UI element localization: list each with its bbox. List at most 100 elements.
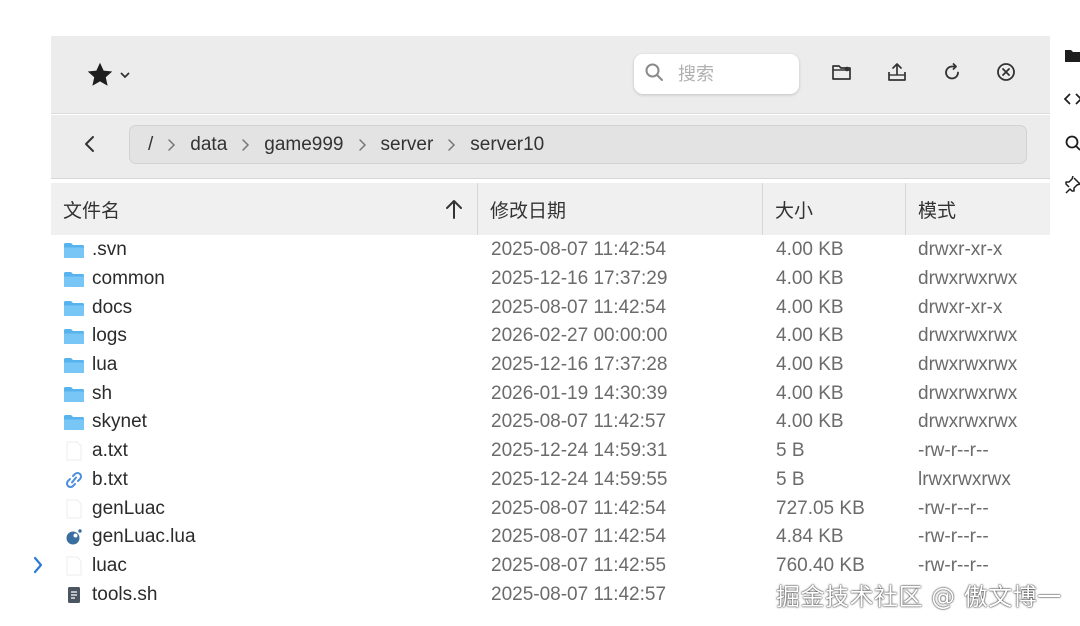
favorites-button[interactable] xyxy=(85,60,141,90)
cell-modified-date: 2025-08-07 11:42:55 xyxy=(491,554,667,576)
file-icon xyxy=(62,499,86,519)
file-list: .svn 2025-08-07 11:42:54 4.00 KB drwxr-xr-x… xyxy=(51,236,1050,609)
column-header-label: 大小 xyxy=(775,199,814,222)
table-row[interactable]: genLuac.lua 2025-08-07 11:42:54 4.84 KB -rw… xyxy=(51,523,1050,552)
cell-mode: drwxr-xr-x xyxy=(918,239,1003,261)
cell-size: 4.00 KB xyxy=(776,268,844,290)
breadcrumb-server10[interactable]: server10 xyxy=(470,134,544,156)
cell-size: 727.05 KB xyxy=(776,497,865,519)
refresh-button[interactable] xyxy=(940,62,964,86)
cell-modified-date: 2025-08-07 11:42:54 xyxy=(491,497,667,519)
cell-modified-date: 2025-12-24 14:59:55 xyxy=(491,468,668,490)
chevron-down-icon xyxy=(119,69,131,81)
star-icon xyxy=(85,60,115,90)
cell-size: 5 B xyxy=(776,440,805,462)
table-row[interactable]: b.txt 2025-12-24 14:59:55 5 B lrwxrwxrwx xyxy=(51,466,1050,495)
cell-name: common xyxy=(51,268,478,290)
cell-mode: drwxrwxrwx xyxy=(918,382,1018,404)
sidebar-pin-button[interactable] xyxy=(1064,175,1080,199)
column-header-label: 模式 xyxy=(918,199,957,222)
search-box[interactable] xyxy=(634,54,799,94)
chevron-left-icon xyxy=(83,135,97,158)
table-row[interactable]: lua 2025-12-16 17:37:28 4.00 KB drwxrwxrwx xyxy=(51,351,1050,380)
cell-size: 5 B xyxy=(776,468,805,490)
cell-name: docs xyxy=(51,297,478,319)
breadcrumb-root[interactable]: / xyxy=(148,134,153,156)
cell-mode: -rw-r--r-- xyxy=(918,440,989,462)
search-input[interactable] xyxy=(678,63,788,85)
column-header-date[interactable]: 修改日期 xyxy=(478,183,763,235)
toolbar xyxy=(51,36,1050,114)
cell-mode: drwxrwxrwx xyxy=(918,268,1018,290)
sidebar-code-button[interactable] xyxy=(1063,91,1080,112)
cell-name: skynet xyxy=(51,411,478,433)
arrow-up-icon xyxy=(445,198,463,225)
file-name: sh xyxy=(92,382,113,404)
breadcrumb-server[interactable]: server xyxy=(381,134,434,156)
sidebar-search-button[interactable] xyxy=(1064,135,1080,154)
file-name: .svn xyxy=(92,239,127,261)
close-button[interactable] xyxy=(994,62,1018,86)
pin-icon xyxy=(1064,175,1080,199)
table-row[interactable]: common 2025-12-16 17:37:29 4.00 KB drwxrwxr… xyxy=(51,265,1050,294)
folder-icon xyxy=(62,326,86,346)
right-sidebar xyxy=(1060,44,1080,214)
cell-size: 4.00 KB xyxy=(776,382,844,404)
cell-modified-date: 2026-02-27 00:00:00 xyxy=(491,325,668,347)
cell-modified-date: 2025-08-07 11:42:57 xyxy=(491,583,667,605)
file-name: genLuac xyxy=(92,497,165,519)
cell-name: lua xyxy=(51,354,478,376)
column-header-name[interactable]: 文件名 xyxy=(51,183,478,235)
file-icon xyxy=(62,556,86,576)
cell-mode: drwxrwxrwx xyxy=(918,325,1018,347)
cell-mode: -rw-r--r-- xyxy=(918,554,989,576)
cell-modified-date: 2025-08-07 11:42:54 xyxy=(491,239,667,261)
expand-panel-button[interactable] xyxy=(30,556,46,578)
cell-size: 4.00 KB xyxy=(776,239,844,261)
cell-size: 4.00 KB xyxy=(776,354,844,376)
back-button[interactable] xyxy=(79,135,101,157)
file-name: a.txt xyxy=(92,440,128,462)
upload-button[interactable] xyxy=(885,62,909,86)
table-row[interactable]: docs 2025-08-07 11:42:54 4.00 KB drwxr-xr-x xyxy=(51,293,1050,322)
table-row[interactable]: .svn 2025-08-07 11:42:54 4.00 KB drwxr-xr-x xyxy=(51,236,1050,265)
table-row[interactable]: sh 2026-01-19 14:30:39 4.00 KB drwxrwxrwx xyxy=(51,379,1050,408)
code-icon xyxy=(1063,91,1080,112)
file-name: docs xyxy=(92,296,133,318)
breadcrumb-game999[interactable]: game999 xyxy=(264,134,343,156)
table-row[interactable]: skynet 2025-08-07 11:42:57 4.00 KB drwxrwxr… xyxy=(51,408,1050,437)
folder-icon xyxy=(62,269,86,289)
file-name: skynet xyxy=(92,411,147,433)
column-header-label: 修改日期 xyxy=(490,199,567,222)
upload-icon xyxy=(886,61,908,88)
column-header-mode[interactable]: 模式 xyxy=(906,183,1050,235)
cell-name: tools.sh xyxy=(51,584,478,606)
sidebar-folder-button[interactable] xyxy=(1064,48,1080,66)
watermark: 掘金技术社区 @ 傲文博一 xyxy=(776,583,1062,611)
cell-size: 4.00 KB xyxy=(776,325,844,347)
link-icon xyxy=(62,470,86,490)
file-name: luac xyxy=(92,554,127,576)
lua-icon xyxy=(62,527,86,547)
cell-modified-date: 2025-08-07 11:42:54 xyxy=(491,296,667,318)
column-header-size[interactable]: 大小 xyxy=(763,183,906,235)
cell-name: logs xyxy=(51,325,478,347)
table-row[interactable]: a.txt 2025-12-24 14:59:31 5 B -rw-r--r-- xyxy=(51,437,1050,466)
table-row[interactable]: luac 2025-08-07 11:42:55 760.40 KB -rw-r--r… xyxy=(51,552,1050,581)
table-header: 文件名 修改日期 大小 模式 xyxy=(51,183,1050,235)
file-name: b.txt xyxy=(92,468,128,490)
folder-icon xyxy=(62,412,86,432)
cell-mode: -rw-r--r-- xyxy=(918,526,989,548)
new-folder-button[interactable] xyxy=(830,62,854,86)
cell-size: 4.00 KB xyxy=(776,296,844,318)
chevron-right-icon xyxy=(447,138,456,152)
search-icon xyxy=(644,62,664,87)
cell-modified-date: 2025-12-16 17:37:28 xyxy=(491,354,668,376)
table-row[interactable]: genLuac 2025-08-07 11:42:54 727.05 KB -rw-r… xyxy=(51,494,1050,523)
folder-icon xyxy=(1064,47,1080,68)
breadcrumb-data[interactable]: data xyxy=(190,134,227,156)
table-row[interactable]: logs 2026-02-27 00:00:00 4.00 KB drwxrwxrwx xyxy=(51,322,1050,351)
cell-modified-date: 2025-08-07 11:42:57 xyxy=(491,411,667,433)
cell-size: 4.84 KB xyxy=(776,526,844,548)
file-name: logs xyxy=(92,325,127,347)
